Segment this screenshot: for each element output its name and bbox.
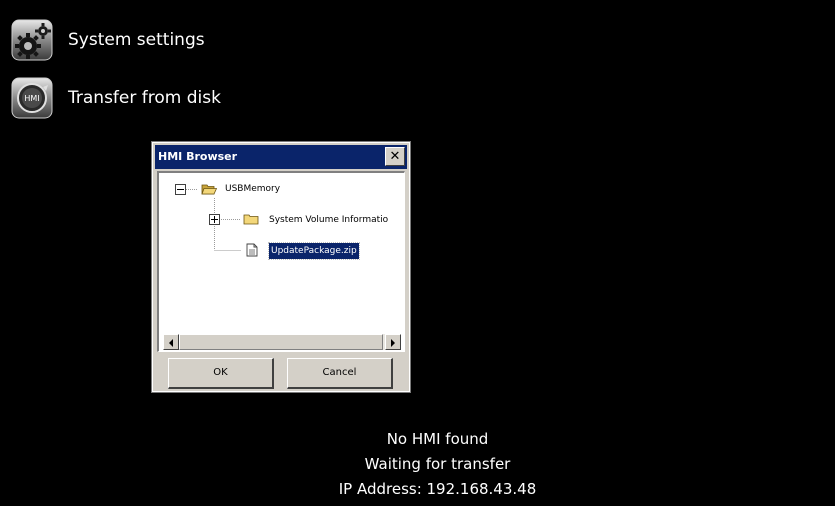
- tree-node-usbmemory[interactable]: USBMemory: [225, 182, 280, 196]
- hmi-transfer-icon: HMI: [11, 77, 53, 119]
- close-button[interactable]: ✕: [385, 147, 405, 166]
- open-folder-icon: [201, 184, 217, 195]
- tree-node-updatepackage-zip[interactable]: UpdatePackage.zip: [268, 242, 360, 260]
- system-settings-label: System settings: [68, 30, 205, 50]
- transfer-from-disk-label: Transfer from disk: [68, 88, 221, 108]
- gear-settings-icon: [11, 19, 53, 61]
- dialog-title: HMI Browser: [158, 150, 238, 163]
- scroll-thumb[interactable]: [179, 334, 383, 350]
- folder-expand-toggle[interactable]: [209, 214, 220, 225]
- hmi-icon-text: HMI: [24, 94, 39, 103]
- close-icon: ✕: [389, 149, 401, 164]
- cancel-button[interactable]: Cancel: [287, 358, 393, 389]
- dialog-titlebar[interactable]: HMI Browser ✕: [155, 145, 407, 169]
- status-no-hmi: No HMI found: [386, 430, 489, 448]
- minus-icon: [177, 189, 184, 190]
- transfer-from-disk-menu-item[interactable]: HMI Transfer from disk: [10, 77, 221, 119]
- hmi-browser-dialog: HMI Browser ✕ USBMemory System Volume In…: [151, 141, 411, 393]
- tree-node-system-volume-information[interactable]: System Volume Informatio: [269, 213, 388, 227]
- plus-icon: [211, 216, 218, 223]
- scroll-right-button[interactable]: [385, 334, 401, 350]
- root-collapse-toggle[interactable]: [175, 184, 186, 195]
- ok-button[interactable]: OK: [168, 358, 274, 389]
- system-settings-menu-item[interactable]: System settings: [10, 19, 205, 61]
- arrow-left-icon: [169, 339, 173, 347]
- tree-connector-lines: [186, 189, 241, 251]
- horizontal-scrollbar[interactable]: [163, 334, 401, 350]
- folder-icon: [243, 214, 259, 225]
- status-waiting: Waiting for transfer: [364, 455, 511, 473]
- file-icon: [246, 243, 258, 257]
- arrow-right-icon: [391, 339, 395, 347]
- status-panel: No HMI found Waiting for transfer IP Add…: [20, 427, 835, 502]
- folder-tree-view[interactable]: USBMemory System Volume Informatio Updat…: [157, 171, 405, 352]
- status-ip-address: IP Address: 192.168.43.48: [338, 480, 537, 498]
- scroll-left-button[interactable]: [163, 334, 179, 350]
